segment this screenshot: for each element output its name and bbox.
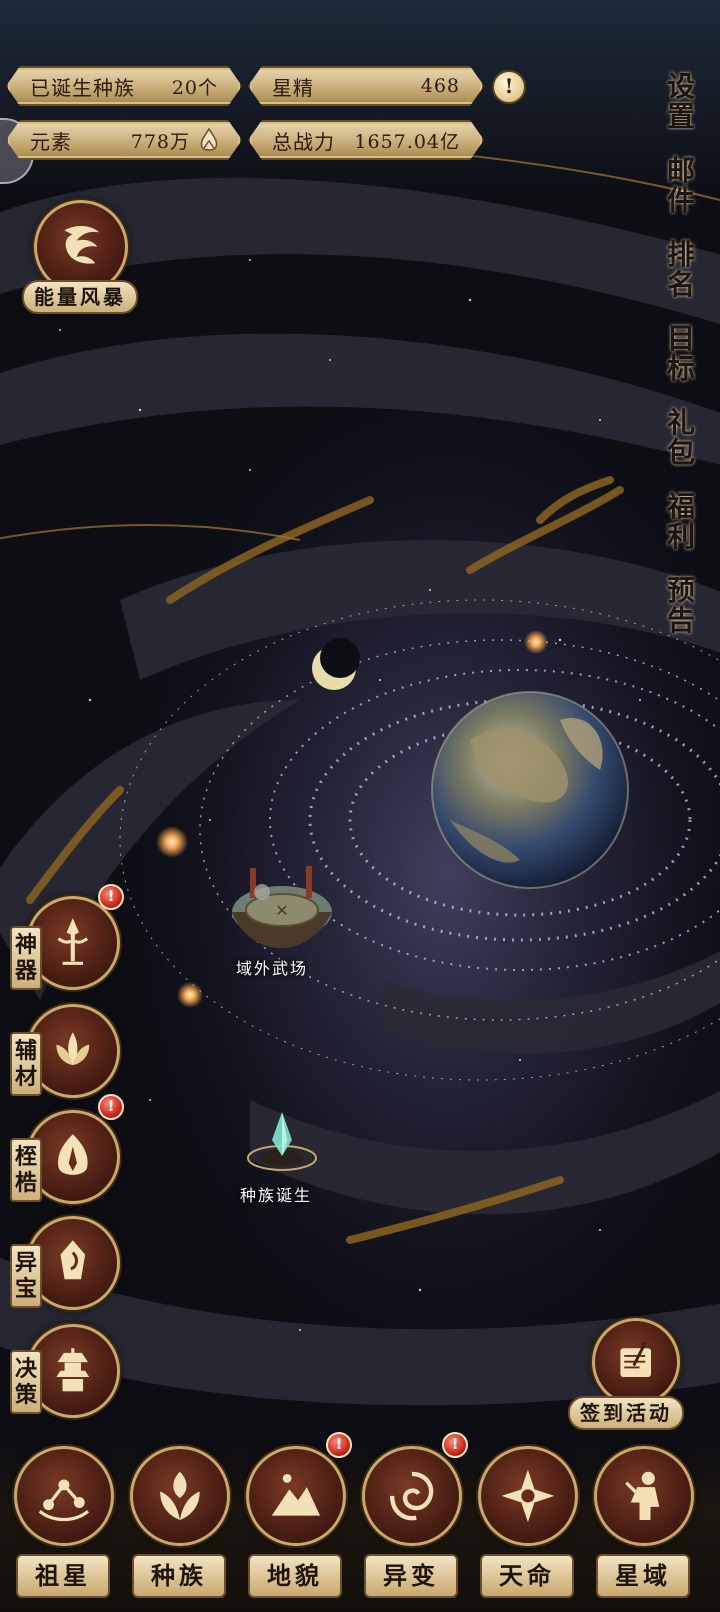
goals-label-1: 目	[666, 322, 695, 355]
shackles-alert-badge: !	[98, 1094, 124, 1120]
nav-terrain-label: 地貌	[248, 1554, 342, 1598]
mountain-figure-icon	[271, 1474, 321, 1516]
nav-race-label: 种族	[132, 1554, 226, 1598]
ranking-button[interactable]: 排 名	[648, 234, 714, 306]
gift-pack-button[interactable]: 礼 包	[648, 402, 714, 474]
element-drop-icon[interactable]	[196, 127, 222, 153]
energy-storm-label[interactable]: 能量风暴	[22, 280, 138, 314]
lotus-icon	[56, 1032, 90, 1066]
goals-button[interactable]: 目 标	[648, 318, 714, 390]
ranking-label-2: 名	[666, 268, 695, 301]
compass-star-icon	[501, 1469, 555, 1523]
nav-star-domain[interactable]: 星域	[588, 1446, 698, 1606]
shackles-label-2: 梏	[14, 1170, 37, 1196]
races-born-label: 已诞生种族	[30, 75, 135, 100]
mutation-orb	[362, 1446, 462, 1546]
ancestor-star-orb	[14, 1446, 114, 1546]
svg-text:✕: ✕	[275, 901, 288, 920]
nav-race[interactable]: 种族	[124, 1446, 234, 1606]
constellation-icon	[38, 1479, 90, 1522]
flame-mask-icon	[58, 1134, 88, 1175]
nav-ancestor-star-label: 祖星	[16, 1554, 110, 1598]
arena-map-label[interactable]: 域外武场	[236, 955, 308, 979]
welfare-button[interactable]: 福 利	[648, 486, 714, 558]
planet-earth	[431, 691, 629, 889]
mail-label-2: 件	[666, 184, 695, 217]
materials-label-1: 辅	[14, 1038, 37, 1064]
settings-label-1: 设	[666, 70, 695, 103]
star-essence-label: 星精	[272, 75, 314, 100]
star-essence-value: 468	[420, 75, 460, 97]
total-power-label: 总战力	[272, 129, 335, 154]
race-birth-map-label[interactable]: 种族诞生	[240, 1182, 312, 1206]
vortex-icon	[390, 1471, 434, 1521]
terrain-orb	[246, 1446, 346, 1546]
preview-button[interactable]: 预 告	[648, 570, 714, 642]
nav-ancestor-star[interactable]: 祖星	[8, 1446, 118, 1606]
total-power-stat: 总战力 1657.04亿	[248, 120, 484, 160]
total-power-value: 1657.04亿	[354, 130, 460, 153]
star-essence-stat: 星精 468	[248, 66, 484, 106]
pagoda-icon	[56, 1348, 90, 1392]
mail-label-1: 邮	[666, 154, 695, 187]
terrain-alert-badge: !	[326, 1432, 352, 1458]
destiny-orb	[478, 1446, 578, 1546]
element-stat: 元素 778万	[6, 120, 242, 160]
decision-label[interactable]: 决 策	[10, 1350, 42, 1414]
mutation-alert-badge: !	[442, 1432, 468, 1458]
checkin-label[interactable]: 签到活动	[568, 1396, 684, 1430]
gift-pack-label-2: 包	[666, 436, 695, 469]
artifact-label-1: 神	[14, 932, 37, 958]
settings-label-2: 置	[666, 100, 695, 133]
nav-mutation-label: 异变	[364, 1554, 458, 1598]
races-born-stat: 已诞生种族 20个	[6, 66, 242, 106]
artifact-alert-badge: !	[98, 884, 124, 910]
shackles-label-1: 桎	[14, 1144, 37, 1170]
ranking-label-1: 排	[666, 238, 695, 271]
element-label: 元素	[30, 129, 72, 154]
treasure-label-1: 异	[14, 1250, 37, 1276]
materials-label-2: 材	[14, 1064, 37, 1090]
nav-star-domain-label: 星域	[596, 1554, 690, 1598]
settings-button[interactable]: 设 置	[648, 66, 714, 138]
materials-label[interactable]: 辅 材	[10, 1032, 42, 1096]
star-domain-orb	[594, 1446, 694, 1546]
preview-label-1: 预	[666, 574, 695, 607]
shackles-label[interactable]: 桎 梏	[10, 1138, 42, 1202]
nav-destiny-label: 天命	[480, 1554, 574, 1598]
warrior-figure-icon	[625, 1471, 660, 1521]
nav-mutation[interactable]: 异变 !	[356, 1432, 468, 1606]
decision-label-1: 决	[14, 1356, 37, 1382]
star-essence-info-icon[interactable]: !	[492, 70, 526, 104]
element-value: 778万	[130, 130, 190, 153]
treasure-label-2: 宝	[14, 1276, 37, 1302]
decision-label-2: 策	[14, 1382, 37, 1408]
races-born-value: 20个	[171, 76, 218, 99]
welfare-label-1: 福	[666, 490, 695, 523]
preview-label-2: 告	[666, 604, 695, 637]
race-orb	[130, 1446, 230, 1546]
energy-storm-icon	[64, 226, 100, 264]
nav-destiny[interactable]: 天命	[472, 1446, 582, 1606]
treasure-label[interactable]: 异 宝	[10, 1244, 42, 1308]
race-totem-icon	[160, 1471, 200, 1521]
checkin-button[interactable]	[592, 1318, 680, 1406]
gift-pack-label-1: 礼	[666, 406, 695, 439]
artifact-label[interactable]: 神 器	[10, 926, 42, 990]
welfare-label-2: 利	[666, 520, 695, 553]
crystal-icon	[60, 1240, 86, 1280]
nav-terrain[interactable]: 地貌 !	[240, 1432, 352, 1606]
sword-emblem-icon	[57, 918, 89, 966]
goals-label-2: 标	[666, 352, 695, 385]
artifact-label-2: 器	[14, 958, 37, 984]
mail-button[interactable]: 邮 件	[648, 150, 714, 222]
scroll-quill-icon	[620, 1342, 652, 1378]
